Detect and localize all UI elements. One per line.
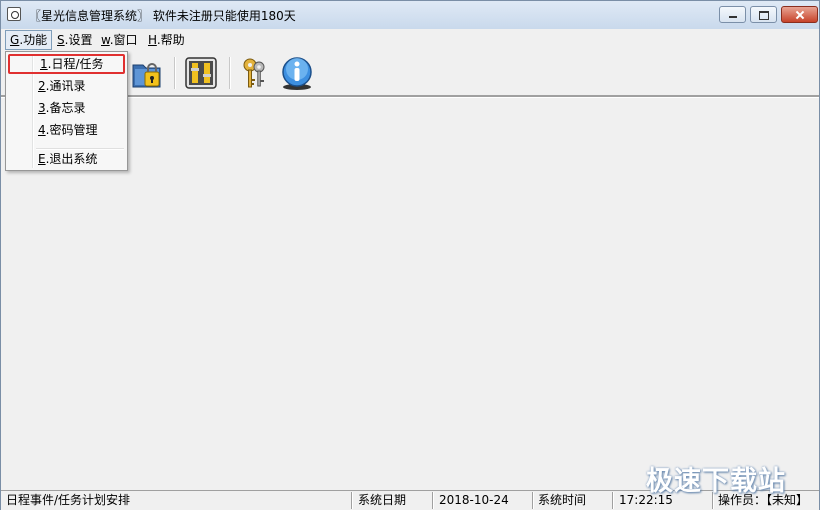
status-divider — [351, 492, 353, 509]
menu-item-exit[interactable]: E.退出系统 — [8, 149, 125, 169]
function-dropdown-menu: 1.日程/任务 2.通讯录 3.备忘录 4.密码管理 E.退出系统 — [5, 51, 128, 171]
menu-help[interactable]: H.帮助 — [144, 31, 189, 49]
status-description: 日程事件/任务计划安排 — [6, 493, 131, 507]
toolbar-separator — [174, 57, 176, 89]
status-date-label: 系统日期 — [358, 493, 407, 507]
menu-item-label: .日程/任务 — [47, 57, 104, 71]
menu-item-hotkey: 4 — [38, 123, 46, 137]
menu-settings-label: .设置 — [64, 33, 93, 47]
menu-item-hotkey: 1 — [40, 57, 48, 71]
app-window: 〖星光信息管理系统〗 软件未注册只能使用180天 G.功能 S.设置 w.窗口 … — [0, 0, 820, 510]
tools-settings-icon[interactable] — [183, 55, 219, 91]
menu-item-contacts[interactable]: 2.通讯录 — [8, 76, 125, 96]
menu-item-label: .通讯录 — [45, 79, 86, 93]
close-button[interactable] — [781, 6, 818, 23]
menu-help-hotkey: H — [148, 33, 157, 47]
app-icon[interactable] — [7, 7, 21, 21]
status-time-label: 系统时间 — [538, 493, 587, 507]
menu-item-schedule-task[interactable]: 1.日程/任务 — [8, 54, 125, 74]
menu-item-hotkey: E — [38, 152, 46, 166]
menu-item-hotkey: 2 — [38, 79, 46, 93]
lock-folder-icon[interactable] — [129, 55, 165, 91]
info-icon[interactable] — [279, 55, 315, 91]
menu-item-memo[interactable]: 3.备忘录 — [8, 98, 125, 118]
menu-item-label: .备忘录 — [45, 101, 86, 115]
window-title: 〖星光信息管理系统〗 软件未注册只能使用180天 — [29, 9, 296, 23]
menu-window-hotkey: w — [101, 33, 110, 47]
toolbar-separator — [229, 57, 231, 89]
watermark-text: 极速下载站 — [646, 466, 786, 497]
status-date-value: 2018-10-24 — [439, 493, 509, 507]
menu-settings-hotkey: S — [57, 33, 65, 47]
maximize-button[interactable] — [750, 6, 777, 23]
menu-window[interactable]: w.窗口 — [97, 31, 142, 49]
keys-icon[interactable] — [237, 55, 273, 91]
title-bar[interactable]: 〖星光信息管理系统〗 软件未注册只能使用180天 — [1, 1, 819, 29]
menu-function-hotkey: G — [10, 33, 20, 47]
menu-item-label: .退出系统 — [45, 152, 98, 166]
menu-item-label: .密码管理 — [45, 123, 98, 137]
minimize-button[interactable] — [719, 6, 746, 23]
status-divider — [432, 492, 434, 509]
status-divider — [532, 492, 534, 509]
menu-bar: G.功能 S.设置 w.窗口 H.帮助 — [1, 29, 819, 51]
menu-item-hotkey: 3 — [38, 101, 46, 115]
menu-window-label: .窗口 — [109, 33, 138, 47]
menu-help-label: .帮助 — [156, 33, 185, 47]
status-divider — [612, 492, 614, 509]
menu-function-label: .功能 — [19, 33, 48, 47]
menu-settings[interactable]: S.设置 — [53, 31, 96, 49]
menu-function[interactable]: G.功能 — [5, 30, 53, 50]
menu-item-password-manager[interactable]: 4.密码管理 — [8, 120, 125, 140]
